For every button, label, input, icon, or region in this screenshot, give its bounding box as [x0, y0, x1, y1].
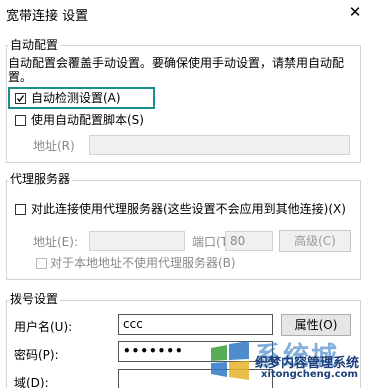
close-button[interactable]: ✕ — [345, 2, 365, 22]
use-proxy-label[interactable]: 对此连接使用代理服务器(这些设置不会应用到其他连接)(X) — [31, 202, 346, 216]
bypass-local-label[interactable]: 对于本地地址不使用代理服务器(B) — [50, 256, 236, 270]
checkmark-icon — [16, 95, 25, 103]
domain-label: 域(D): — [14, 376, 49, 388]
script-address-input[interactable] — [89, 135, 350, 155]
domain-input[interactable] — [118, 369, 273, 388]
dialog-title: 宽带连接 设置 — [6, 9, 89, 24]
bypass-local-checkbox[interactable] — [36, 258, 47, 269]
script-address-label: 地址(R) — [33, 139, 75, 153]
dialup-group-label: 拨号设置 — [8, 292, 61, 306]
auto-detect-checkbox[interactable] — [15, 93, 26, 104]
auto-config-script-checkbox[interactable] — [15, 115, 26, 126]
use-proxy-checkbox[interactable] — [15, 204, 26, 215]
auto-config-script-label[interactable]: 使用自动配置脚本(S) — [31, 113, 144, 127]
auto-detect-label[interactable]: 自动检测设置(A) — [31, 91, 121, 105]
proxy-address-input[interactable] — [89, 231, 185, 251]
properties-button[interactable]: 属性(O) — [281, 314, 351, 336]
proxy-group-label: 代理服务器 — [8, 172, 73, 186]
close-icon: ✕ — [348, 3, 362, 21]
username-input[interactable]: ccc — [118, 314, 273, 335]
password-label: 密码(P): — [14, 348, 59, 362]
auto-config-description-line1: 自动配置会覆盖手动设置。要确保使用手动设置，请禁用自动配 — [8, 56, 345, 70]
proxy-address-label: 地址(E): — [33, 235, 78, 249]
proxy-port-input[interactable]: 80 — [225, 231, 273, 251]
advanced-button[interactable]: 高级(C) — [279, 230, 351, 252]
settings-dialog: 宽带连接 设置 ✕ 自动配置 自动配置会覆盖手动设置。要确保使用手动设置，请禁用… — [0, 0, 367, 388]
auto-config-group-label: 自动配置 — [8, 38, 61, 52]
username-label: 用户名(U): — [14, 320, 73, 334]
password-input[interactable]: ••••••• — [118, 341, 273, 362]
auto-config-description-line2: 置。 — [8, 70, 33, 84]
